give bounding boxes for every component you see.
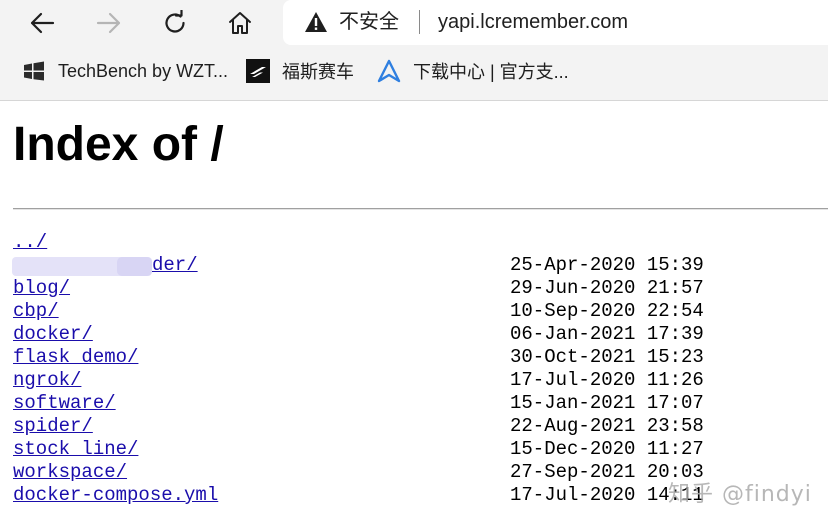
- back-button[interactable]: [22, 4, 62, 42]
- list-item: docker/ 06-Jan-2021 17:39: [0, 323, 828, 346]
- forza-logo-icon: [246, 59, 270, 83]
- list-item: flask_demo/ 30-Oct-2021 15:23: [0, 346, 828, 369]
- bookmark-label: 福斯赛车: [282, 62, 354, 82]
- watermark-text: 知乎 @findyi: [668, 482, 812, 507]
- horizontal-rule: [13, 208, 828, 210]
- list-item: cbp/ 10-Sep-2020 22:54: [0, 300, 828, 323]
- list-item: ../: [0, 231, 828, 254]
- modified-date: 30-Oct-2021 15:23: [510, 346, 704, 368]
- list-item: ngrok/ 17-Jul-2020 11:26: [0, 369, 828, 392]
- list-item: software/ 15-Jan-2021 17:07: [0, 392, 828, 415]
- windows-logo-icon: [24, 61, 44, 81]
- download-center-logo-icon: [377, 59, 401, 83]
- folder-link[interactable]: workspace/: [13, 461, 127, 484]
- reload-icon: [165, 10, 185, 33]
- address-divider: [419, 10, 420, 34]
- folder-link[interactable]: stock_line/: [13, 438, 138, 461]
- list-item: der/ 25-Apr-2020 15:39: [0, 254, 828, 277]
- forward-button[interactable]: [89, 4, 129, 42]
- parent-directory-link[interactable]: ../: [13, 231, 47, 254]
- modified-date: 15-Dec-2020 11:27: [510, 438, 704, 460]
- directory-listing: ../ der/ 25-Apr-2020 15:39 blog/ 29-Jun-…: [0, 231, 828, 507]
- folder-link[interactable]: blog/: [13, 277, 70, 300]
- modified-date: 06-Jan-2021 17:39: [510, 323, 704, 345]
- bookmark-download-center[interactable]: 下载中心 | 官方支...: [377, 56, 569, 86]
- bookmark-techbench[interactable]: TechBench by WZT...: [22, 56, 228, 86]
- url-text[interactable]: yapi.lcremember.com: [438, 10, 628, 34]
- modified-date: 22-Aug-2021 23:58: [510, 415, 704, 437]
- folder-link[interactable]: ngrok/: [13, 369, 81, 392]
- modified-date: 29-Jun-2020 21:57: [510, 277, 704, 299]
- modified-date: 10-Sep-2020 22:54: [510, 300, 704, 322]
- file-link[interactable]: docker-compose.yml: [13, 484, 218, 507]
- home-button[interactable]: [220, 4, 260, 42]
- arrow-left-icon: [30, 12, 55, 34]
- browser-toolbar: 不安全 yapi.lcremember.com TechBench by WZT…: [0, 0, 828, 101]
- security-status-label[interactable]: 不安全: [339, 10, 399, 34]
- list-item: spider/ 22-Aug-2021 23:58: [0, 415, 828, 438]
- bookmark-label: 下载中心 | 官方支...: [413, 62, 569, 82]
- page-title: Index of /: [13, 118, 224, 171]
- modified-date: 15-Jan-2021 17:07: [510, 392, 704, 414]
- bookmark-label: TechBench by WZT...: [58, 60, 229, 81]
- reload-button[interactable]: [155, 4, 195, 42]
- folder-link[interactable]: spider/: [13, 415, 93, 438]
- arrow-right-icon: [96, 12, 121, 34]
- bookmark-forza[interactable]: 福斯赛车: [246, 56, 354, 86]
- folder-link[interactable]: flask_demo/: [13, 346, 138, 369]
- redaction-mask: [12, 257, 152, 276]
- folder-link[interactable]: docker/: [13, 323, 93, 346]
- home-icon: [229, 12, 251, 34]
- folder-link[interactable]: cbp/: [13, 300, 59, 323]
- modified-date: 17-Jul-2020 11:26: [510, 369, 704, 391]
- warning-triangle-icon[interactable]: [304, 11, 328, 33]
- modified-date: 25-Apr-2020 15:39: [510, 254, 704, 276]
- address-bar[interactable]: 不安全 yapi.lcremember.com: [283, 0, 828, 45]
- list-item: blog/ 29-Jun-2020 21:57: [0, 277, 828, 300]
- folder-link[interactable]: software/: [13, 392, 116, 415]
- list-item: stock_line/ 15-Dec-2020 11:27: [0, 438, 828, 461]
- folder-link[interactable]: der/: [152, 254, 198, 277]
